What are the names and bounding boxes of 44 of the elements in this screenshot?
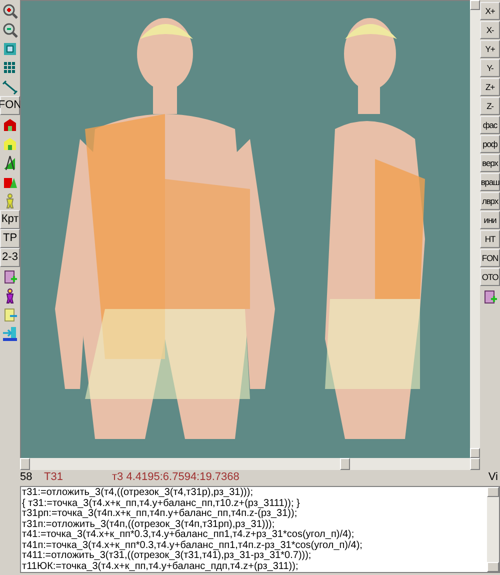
code-line: т31рп:=точка_3(т4п.x+к_пп,т4п.y+баланс_пп,т4п.z-(рз_31)); [22, 509, 298, 520]
zoom-out-icon[interactable] [2, 22, 18, 38]
point-name: Т31 [44, 470, 64, 485]
toolbar-button[interactable]: Z- [480, 97, 500, 115]
zoom-in-icon[interactable] [2, 2, 18, 18]
line-icon[interactable] [2, 78, 18, 94]
toolbar-button[interactable]: Y+ [480, 40, 500, 58]
toolbar-button[interactable]: НТ [480, 230, 500, 248]
toolbar-button[interactable]: X- [480, 21, 500, 39]
frame-icon[interactable] [2, 40, 18, 56]
toolbar-button[interactable]: Крт [0, 210, 20, 229]
editor-scrollbar[interactable] [487, 487, 499, 572]
toolbar-button[interactable]: верх [480, 154, 500, 172]
code-line: т11ЮК:=точка_3(т4.x+к_пп,т4.y+баланс_пдп,т4.z+(рз_311)); [22, 562, 300, 572]
code-line: т411:=отложить_3(т31,((отрезок_3(т31,т41),рз_31-рз_31*0.7))); [22, 551, 312, 562]
code-line: т41п:=точка_3(т4.x+к_пп*0.3,т4.y+баланс_пп1,т4п.z-рз_31*cos(угол_п)/4); [22, 540, 364, 550]
point-coordinates: т3 4.4195:6.7594:19.7368 [112, 470, 240, 485]
toolbar-button[interactable]: ТР [0, 229, 20, 248]
toolbar-button[interactable]: FON [480, 249, 500, 267]
house-icon[interactable] [2, 116, 18, 132]
toolbar-button[interactable]: ини [480, 211, 500, 229]
document-icon[interactable] [2, 268, 18, 284]
code-line: т41:=точка_3(т4.x+к_пп*0.3,т4.y+баланс_пп1,т4.z+рз_31*cos(угол_п)/4); [22, 530, 356, 540]
toolbar-button[interactable]: лврх [480, 192, 500, 210]
toolbar-button[interactable]: Y- [480, 59, 500, 77]
toolbar-button[interactable]: X+ [480, 2, 500, 20]
compass-icon[interactable] [2, 154, 18, 170]
code-line: т31:=отложить_3(т4,((отрезок_3(т4,т31р),рз_31))); [22, 488, 254, 498]
code-editor[interactable] [20, 486, 500, 573]
toolbar-button[interactable]: 2-3 [0, 248, 20, 267]
grid-icon[interactable] [2, 60, 18, 76]
toolbar-button[interactable]: ОТО [480, 268, 500, 286]
horizontal-scrollbar[interactable] [20, 458, 480, 470]
code-line: { т31:=точка_3(т4.x+к_пп,т4.y+баланс_пп,т10.z+(рз_3111)); } [22, 498, 301, 508]
document-icon[interactable] [482, 288, 498, 304]
toolbar-button[interactable]: роф [480, 135, 500, 153]
code-line: т31п:=отложить_3(т4п,((отрезок_3(т4п,т31рп),рз_31))); [22, 520, 276, 530]
toolbar-button[interactable]: Z+ [480, 78, 500, 96]
mode-label: Vi [488, 470, 498, 485]
exit-icon[interactable] [2, 326, 18, 342]
line-number: 58 [20, 470, 34, 485]
toolbar-button[interactable]: враш [480, 173, 500, 191]
vertical-scrollbar[interactable] [470, 0, 480, 458]
toolbar-button[interactable]: фас [480, 116, 500, 134]
